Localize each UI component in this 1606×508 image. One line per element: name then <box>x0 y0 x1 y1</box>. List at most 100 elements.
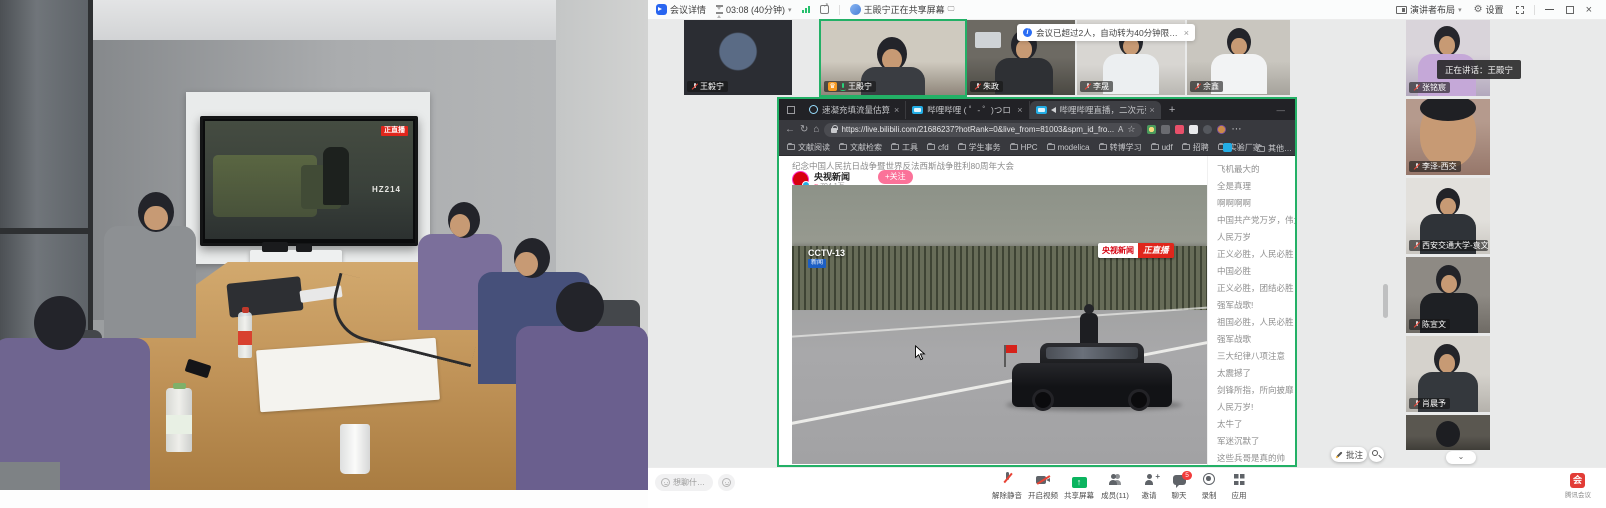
extension-icon-1[interactable] <box>1147 125 1156 134</box>
other-bookmarks[interactable]: 其他收藏夹 <box>1257 143 1296 154</box>
bookmark-folder[interactable]: 招聘 <box>1182 142 1209 153</box>
danmaku-message: 太震撼了 <box>1217 365 1295 382</box>
favorite-star-icon[interactable]: ☆ <box>1127 124 1135 135</box>
maximize-button[interactable] <box>1566 6 1574 14</box>
muted-mic-icon <box>1194 83 1201 91</box>
router-device <box>296 244 312 252</box>
meeting-app-menu[interactable]: 会议详情 <box>656 3 706 16</box>
browser-tab-3-active[interactable]: 哔哩哔哩直播，二次元弹幕直... × <box>1030 101 1161 119</box>
url-bar[interactable]: https://live.bilibili.com/21686237?hotRa… <box>824 123 1142 137</box>
side-5-head <box>1434 344 1460 374</box>
corner-app-icon[interactable]: 会 <box>1570 473 1585 488</box>
apps-button[interactable]: 应用 <box>1220 472 1258 501</box>
bookmark-folder[interactable]: modelica <box>1047 143 1090 152</box>
tab-search-icon[interactable] <box>787 106 795 114</box>
tencent-meeting-logo-icon <box>656 4 667 15</box>
sharer-avatar <box>850 4 861 15</box>
close-button[interactable]: × <box>1586 5 1592 15</box>
invite-person-icon <box>1145 474 1153 485</box>
extension-icon-2[interactable] <box>1161 125 1170 134</box>
layout-switch-button[interactable]: 演讲者布局 ▾ <box>1396 3 1462 16</box>
bookmark-folder[interactable]: cfd <box>927 143 949 152</box>
person-purple-left-head <box>34 296 86 350</box>
browser-tab-2[interactable]: 哔哩哔哩 ( ゜- ゜)つロ 干杯~-bilib × <box>906 101 1029 119</box>
meeting-timer[interactable]: 03:08 (40分钟) ▾ <box>716 3 792 16</box>
tab-close-icon[interactable]: × <box>894 105 899 115</box>
danmaku-message: 强军战歌 <box>1217 331 1295 348</box>
read-aloud-icon[interactable]: A <box>1118 125 1123 134</box>
bookmarks-overflow-chevron[interactable]: › <box>1239 142 1242 152</box>
browser-minimize-icon[interactable]: — <box>1277 105 1286 115</box>
video-player[interactable]: CCTV-13 新闻 央视新闻 正直播 <box>792 185 1207 464</box>
browser-menu-icon[interactable]: ⋯ <box>1231 124 1241 135</box>
pop-out-icon <box>820 5 829 14</box>
quick-chat-input[interactable]: 想聊什么... <box>655 474 713 491</box>
bookmark-folder[interactable]: 转博学习 <box>1099 142 1142 153</box>
water-bottle-large <box>166 388 192 452</box>
tab-close-icon[interactable]: × <box>1150 105 1155 115</box>
emoji-button[interactable] <box>718 474 735 491</box>
pop-out-button[interactable] <box>820 5 829 14</box>
bilibili-favicon <box>912 106 923 114</box>
fullscreen-button[interactable] <box>1516 6 1524 14</box>
browser-tab-1[interactable]: 速凝充填流量估算 × <box>803 101 906 119</box>
bookmark-folder[interactable]: udf <box>1151 143 1173 152</box>
side-tile-4[interactable]: 陈宣文 <box>1406 257 1490 333</box>
tab-close-icon[interactable]: × <box>1017 105 1022 115</box>
video-tile-1[interactable]: 王毅宁 <box>684 20 792 95</box>
side-4-head <box>1436 265 1461 294</box>
folder-icon <box>1010 144 1018 150</box>
bookmarks-bar: 文献阅读文献检索工具cfd学生事务HPCmodelica转博学习udf招聘实验厂… <box>779 139 1295 156</box>
start-video-button[interactable]: 开启视频 <box>1024 472 1062 501</box>
profile-avatar-icon[interactable] <box>1217 125 1226 134</box>
muted-mic-icon <box>1413 242 1420 250</box>
danmaku-message: 全是真理 <box>1217 178 1295 195</box>
network-signal-icon[interactable] <box>802 6 810 13</box>
annotate-button[interactable]: 批注 <box>1331 447 1367 462</box>
extension-icon-3[interactable] <box>1175 125 1184 134</box>
side-tile-3[interactable]: 西安交通大学-袁文祥 <box>1406 178 1490 254</box>
minimize-button[interactable] <box>1545 9 1554 10</box>
folder-icon <box>1047 144 1055 150</box>
sidebar-scrollbar[interactable] <box>1383 284 1388 318</box>
video-tile-2-active-speaker[interactable]: ♛王殿宁 <box>821 21 965 95</box>
zoom-view-button[interactable] <box>1369 447 1384 462</box>
tab-audio-icon[interactable] <box>1051 107 1056 113</box>
bookmark-folder[interactable]: 文献阅读 <box>787 142 830 153</box>
video-tile-5[interactable]: 余鑫 <box>1187 20 1290 95</box>
tile-3-person-face <box>1016 40 1033 59</box>
bookmark-folder[interactable]: HPC <box>1010 143 1038 152</box>
settings-button[interactable]: ⚙ 设置 <box>1474 3 1504 16</box>
refresh-icon[interactable]: ↻ <box>800 124 808 135</box>
titlebar-divider <box>839 5 840 15</box>
side-tile-1[interactable]: 张铭宸 <box>1406 20 1490 96</box>
follow-button[interactable]: +关注 <box>878 170 913 184</box>
hourglass-icon <box>716 5 723 14</box>
new-tab-button[interactable]: + <box>1169 104 1175 116</box>
speaking-mic-icon <box>839 83 846 91</box>
extension-icon-5[interactable] <box>1203 125 1212 134</box>
filmstrip-collapse-button[interactable]: ⌄ <box>1446 451 1476 464</box>
layout-chevron-icon: ▾ <box>1458 6 1462 14</box>
extension-icon-4[interactable] <box>1189 125 1198 134</box>
back-icon[interactable]: ← <box>785 124 795 135</box>
bookmark-folder[interactable]: 学生事务 <box>958 142 1001 153</box>
danmaku-message: 啊啊啊啊 <box>1217 195 1295 212</box>
banner-close-icon[interactable]: × <box>1184 28 1189 38</box>
share-screen-button[interactable]: ↑ 共享屏幕 <box>1060 472 1098 501</box>
side-tile-5[interactable]: 肖晨予 <box>1406 336 1490 412</box>
members-button[interactable]: 成员(11) <box>1096 472 1134 501</box>
danmaku-panel[interactable]: 飞机最大的全是真理啊啊啊啊中国共产党万岁，伟大人民万岁正义必胜，人民必胜中国必胜… <box>1207 156 1295 465</box>
folder-icon <box>958 144 966 150</box>
home-icon[interactable]: ⌂ <box>813 124 819 135</box>
bookmark-favicon-bilibili[interactable] <box>1223 143 1232 152</box>
apps-grid-icon <box>1234 474 1245 485</box>
bookmark-folder[interactable]: 文献检索 <box>839 142 882 153</box>
floor <box>0 462 60 490</box>
side-tile-6-partial[interactable] <box>1406 415 1490 450</box>
side-tile-2[interactable]: 李泽-西交 <box>1406 99 1490 175</box>
muted-mic-icon <box>691 83 698 91</box>
unmute-button[interactable]: 解除静音 <box>988 472 1026 501</box>
bookmark-folder[interactable]: 工具 <box>891 142 918 153</box>
bookmark-label: cfd <box>938 143 949 152</box>
